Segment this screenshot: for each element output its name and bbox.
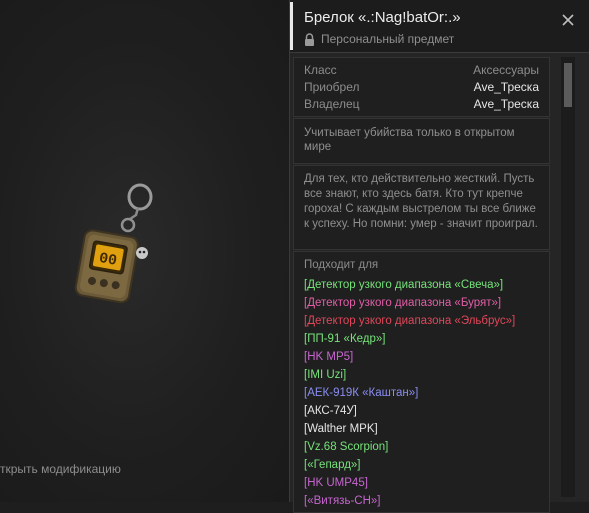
compatible-item[interactable]: [IMI Uzi] xyxy=(304,366,515,384)
item-description: Для тех, кто действительно жесткий. Пуст… xyxy=(304,173,538,230)
compatible-item[interactable]: [Детектор узкого диапазона «Свеча»] xyxy=(304,276,515,294)
compatible-item[interactable]: [Vz.68 Scorpion] xyxy=(304,438,515,456)
item-subtitle: Персональный предмет xyxy=(321,32,455,46)
compatible-items-list: [Детектор узкого диапазона «Свеча»] [Дете… xyxy=(304,276,515,510)
compatible-items-section: Подходит для [Детектор узкого диапазона … xyxy=(293,251,550,513)
subtitle-row: Персональный предмет xyxy=(304,31,454,47)
compatible-item[interactable]: [АКС-74У] xyxy=(304,402,515,420)
kill-counter-note: Учитывает убийства только в открытом мир… xyxy=(304,127,515,153)
scrollbar[interactable] xyxy=(561,57,575,497)
compatible-item[interactable]: [Детектор узкого диапазона «Эльбрус»] xyxy=(304,312,515,330)
compatible-items-title: Подходит для xyxy=(304,259,379,271)
item-details-panel: Брелок «.:Nag!batOr:.» Персональный пред… xyxy=(289,0,589,513)
info-label: Класс xyxy=(304,63,337,77)
info-value: Аксессуары xyxy=(473,63,539,77)
compatible-item[interactable]: [HK MP5] xyxy=(304,348,515,366)
keychain-image: 00 xyxy=(74,183,153,304)
compatible-item[interactable]: [Детектор узкого диапазона «Бурят»] xyxy=(304,294,515,312)
panel-header: Брелок «.:Nag!batOr:.» Персональный пред… xyxy=(290,0,589,53)
item-preview-area: 00 ткрыть модификацию xyxy=(0,0,289,502)
info-row-owner: Владелец Ave_Треска xyxy=(304,97,539,113)
info-row-acquired: Приобрел Ave_Треска xyxy=(304,80,539,96)
kill-counter-note-section: Учитывает убийства только в открытом мир… xyxy=(293,118,550,164)
description-section: Для тех, кто действительно жесткий. Пуст… xyxy=(293,165,550,250)
item-title: Брелок «.:Nag!batOr:.» xyxy=(304,9,461,26)
compatible-item[interactable]: [«Гепард»] xyxy=(304,456,515,474)
header-accent-bar xyxy=(290,2,293,50)
scrollbar-thumb[interactable] xyxy=(564,63,572,107)
info-row-class: Класс Аксессуары xyxy=(304,63,539,79)
info-label: Владелец xyxy=(304,97,360,111)
item-info-section: Класс Аксессуары Приобрел Ave_Треска Вла… xyxy=(293,57,550,117)
compatible-item[interactable]: [Walther MPK] xyxy=(304,420,515,438)
svg-text:00: 00 xyxy=(98,250,119,270)
info-label: Приобрел xyxy=(304,80,360,94)
info-value: Ave_Треска xyxy=(473,97,539,111)
compatible-item[interactable]: [АЕК-919К «Каштан»] xyxy=(304,384,515,402)
open-modification-link[interactable]: ткрыть модификацию xyxy=(0,462,121,476)
compatible-item[interactable]: [«Витязь-СН»] xyxy=(304,492,515,510)
lock-icon xyxy=(305,32,314,46)
info-value: Ave_Треска xyxy=(473,80,539,94)
close-icon[interactable] xyxy=(558,10,578,30)
compatible-item[interactable]: [ПП-91 «Кедр»] xyxy=(304,330,515,348)
compatible-item[interactable]: [HK UMP45] xyxy=(304,474,515,492)
